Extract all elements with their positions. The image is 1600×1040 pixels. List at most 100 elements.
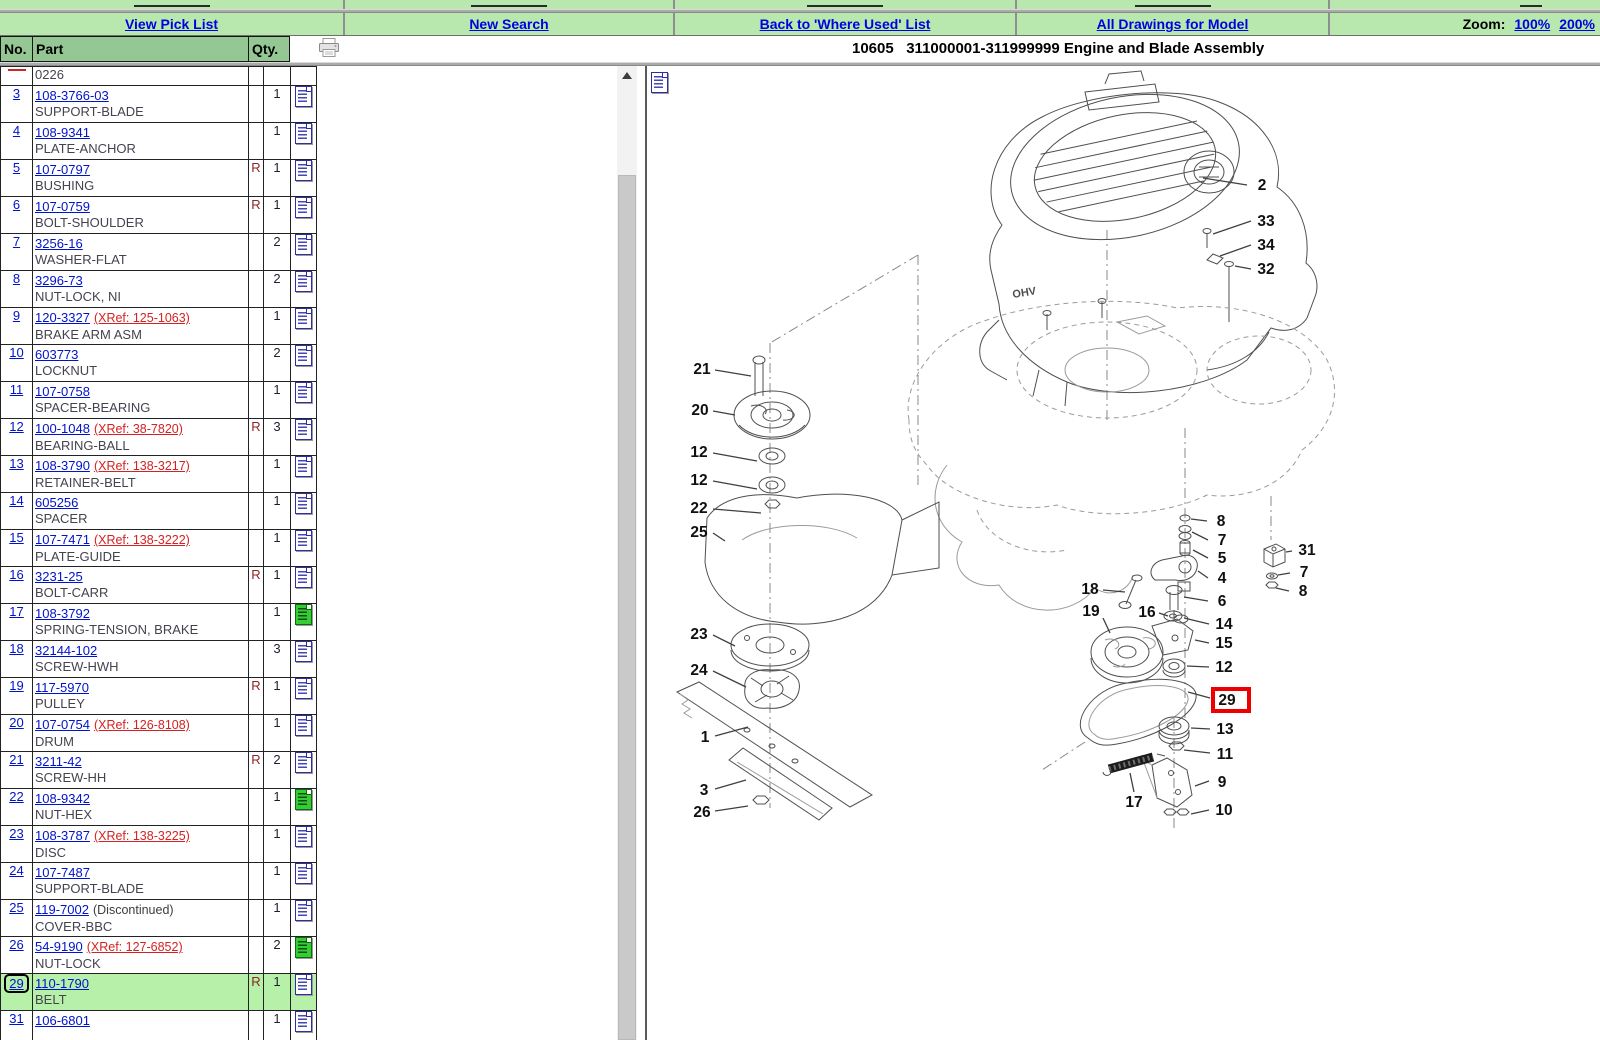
document-icon[interactable] [295,493,312,514]
callout-19[interactable]: 19 [1082,603,1100,620]
row-number-link[interactable]: 8 [13,271,20,286]
callout-32[interactable]: 32 [1257,261,1274,278]
callout-29[interactable]: 29 [1218,692,1236,709]
document-icon[interactable] [295,197,312,218]
document-icon[interactable] [295,530,312,551]
document-icon[interactable] [295,826,312,847]
document-icon[interactable] [295,308,312,329]
part-number-link[interactable]: 603773 [35,347,78,362]
part-number-link[interactable]: 108-9341 [35,125,90,140]
part-number-link[interactable]: 110-1790 [35,976,89,991]
part-number-link[interactable]: 3231-25 [35,569,83,584]
part-number-link[interactable]: 107-0758 [35,384,90,399]
callout-12[interactable]: 12 [690,444,707,461]
document-icon[interactable] [295,271,312,292]
row-number-link[interactable]: 6 [13,197,20,212]
callout-5[interactable]: 5 [1218,550,1227,567]
part-number-link[interactable]: 107-0754 [35,717,90,732]
document-icon[interactable] [295,752,312,773]
part-number-link[interactable]: 117-5970 [35,680,89,695]
document-icon[interactable] [295,234,312,255]
row-number-link[interactable]: 20 [9,715,23,730]
callout-17[interactable]: 17 [1125,794,1142,811]
document-icon[interactable] [295,382,312,403]
callout-9[interactable]: 9 [1218,774,1227,791]
document-icon[interactable] [295,715,312,736]
row-number-link[interactable]: 10 [9,345,23,360]
document-icon[interactable] [295,789,312,810]
part-number-link[interactable]: 107-0759 [35,199,90,214]
callout-33[interactable]: 33 [1257,213,1275,230]
part-number-link[interactable]: 605256 [35,495,78,510]
document-icon[interactable] [295,937,312,958]
callout-24[interactable]: 24 [690,662,708,679]
document-icon[interactable] [295,863,312,884]
callout-2[interactable]: 2 [1258,177,1267,194]
row-number-link[interactable]: 19 [9,678,23,693]
callout-12[interactable]: 12 [1215,659,1232,676]
part-number-link[interactable]: 108-3766-03 [35,88,109,103]
row-number-link[interactable]: 3 [13,86,20,101]
row-number-link[interactable]: 31 [9,1011,23,1026]
vertical-scrollbar[interactable] [617,66,637,1040]
callout-25[interactable]: 25 [690,524,708,541]
scrollbar-up-arrow[interactable] [617,66,637,85]
scrollbar-thumb[interactable] [618,175,636,1040]
callout-23[interactable]: 23 [690,626,708,643]
callout-14[interactable]: 14 [1215,616,1233,633]
row-number-link[interactable]: 16 [9,567,23,582]
part-number-link[interactable]: 54-9190 [35,939,83,954]
callout-1[interactable]: 1 [701,729,710,746]
part-number-link[interactable]: 32144-102 [35,643,97,658]
row-number-link[interactable]: 14 [9,493,23,508]
part-number-link[interactable]: 108-9342 [35,791,90,806]
row-number-link[interactable]: 25 [9,900,23,915]
callout-11[interactable]: 11 [1217,746,1234,763]
part-xref-link[interactable]: (XRef: 125-1063) [94,311,190,325]
part-number-link[interactable]: 108-3792 [35,606,90,621]
zoom-option-100[interactable]: 100% [1514,16,1550,32]
part-xref-link[interactable]: (XRef: 38-7820) [94,422,183,436]
nav-link-view-pick-list[interactable]: View Pick List [125,16,218,32]
part-number-link[interactable]: 119-7002 [35,902,89,917]
part-number-link[interactable]: 107-7487 [35,865,90,880]
part-number-link[interactable]: 106-6801 [35,1013,90,1028]
document-icon[interactable] [295,86,312,107]
part-number-link[interactable]: 107-0797 [35,162,90,177]
callout-16[interactable]: 16 [1138,604,1156,621]
part-number-link[interactable]: 3296-73 [35,273,83,288]
part-number-link[interactable]: 107-7471 [35,532,90,547]
callout-8[interactable]: 8 [1217,513,1226,530]
document-icon[interactable] [295,1011,312,1032]
callout-6[interactable]: 6 [1218,593,1227,610]
document-icon[interactable] [295,123,312,144]
row-number-link[interactable]: 11 [10,382,24,397]
zoom-option-200[interactable]: 200% [1559,16,1595,32]
callout-18[interactable]: 18 [1081,581,1099,598]
part-number-link[interactable]: 3211-42 [35,754,82,769]
row-number-link[interactable]: 22 [9,789,23,804]
row-number-link[interactable]: 15 [9,530,23,545]
callout-20[interactable]: 20 [691,402,708,419]
callout-31[interactable]: 31 [1298,542,1316,559]
row-number-link[interactable]: 21 [9,752,23,767]
clipped-row-number-link[interactable] [8,69,26,71]
callout-4[interactable]: 4 [1218,570,1227,587]
document-icon[interactable] [295,974,312,995]
callout-12[interactable]: 12 [690,472,707,489]
document-icon[interactable] [295,641,312,662]
row-number-link[interactable]: 5 [13,160,20,175]
part-xref-link[interactable]: (XRef: 138-3225) [94,829,190,843]
row-number-link[interactable]: 4 [13,123,20,138]
callout-34[interactable]: 34 [1257,237,1275,254]
row-number-link[interactable]: 24 [9,863,23,878]
part-xref-link[interactable]: (XRef: 138-3217) [94,459,190,473]
part-xref-link[interactable]: (XRef: 126-8108) [94,718,190,732]
callout-26[interactable]: 26 [693,804,711,821]
nav-link-all-drawings-for-model[interactable]: All Drawings for Model [1097,16,1249,32]
callout-3[interactable]: 3 [700,782,709,799]
document-icon[interactable] [295,345,312,366]
document-icon[interactable] [295,604,312,625]
callout-21[interactable]: 21 [693,361,711,378]
nav-link-back-to-where-used-list[interactable]: Back to 'Where Used' List [760,16,931,32]
